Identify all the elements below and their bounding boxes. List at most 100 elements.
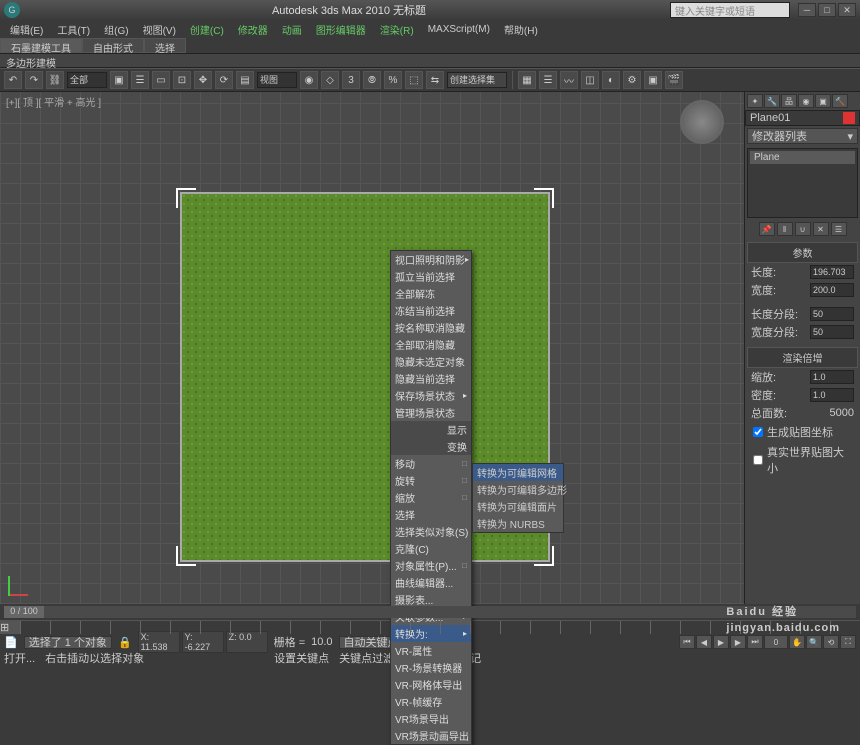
config-icon[interactable]: ☰ (831, 222, 847, 236)
pin-stack-icon[interactable]: 📌 (759, 222, 775, 236)
time-thumb[interactable]: 0 / 100 (4, 606, 44, 618)
ctx-vr-props[interactable]: VR-属性 (391, 642, 471, 659)
mirror-icon[interactable]: ⇆ (426, 71, 444, 89)
utility-tab-icon[interactable]: 🔨 (832, 94, 848, 108)
ctx-viewport-lighting[interactable]: 视口照明和阴影 (391, 251, 471, 268)
ctx-select[interactable]: 选择 (391, 506, 471, 523)
prev-frame-icon[interactable]: ◀ (696, 635, 712, 649)
remove-mod-icon[interactable]: ✕ (813, 222, 829, 236)
ctx-vr-fb[interactable]: VR-帧缓存 (391, 693, 471, 710)
move-icon[interactable]: ✥ (194, 71, 212, 89)
wseg-spinner[interactable]: 50 (810, 325, 854, 339)
menu-edit[interactable]: 编辑(E) (4, 22, 49, 37)
ctx-unhide-all[interactable]: 全部取消隐藏 (391, 336, 471, 353)
density-spinner[interactable]: 1.0 (810, 388, 854, 402)
viewport-label[interactable]: [+][ 顶 ][ 平滑 + 高光 ] (6, 94, 101, 109)
menu-help[interactable]: 帮助(H) (498, 22, 544, 37)
unique-icon[interactable]: ∪ (795, 222, 811, 236)
schematic-icon[interactable]: ◫ (581, 71, 599, 89)
next-frame-icon[interactable]: ▶ (730, 635, 746, 649)
rollout-render[interactable]: 渲染倍增 (747, 347, 858, 368)
tab-graphite[interactable]: 石墨建模工具 (0, 38, 82, 53)
create-tab-icon[interactable]: ✦ (747, 94, 763, 108)
ctx-vr-export[interactable]: VR场景导出 (391, 710, 471, 727)
modifier-stack[interactable]: Plane (747, 148, 858, 218)
ctx-clone[interactable]: 克隆(C) (391, 540, 471, 557)
snap4-icon[interactable]: ⬚ (405, 71, 423, 89)
max-view-icon[interactable]: ⛶ (840, 635, 856, 649)
tab-selection[interactable]: 选择 (144, 38, 186, 53)
render-icon[interactable]: 🎬 (665, 71, 683, 89)
width-spinner[interactable]: 200.0 (810, 283, 854, 297)
snap3-icon[interactable]: % (384, 71, 402, 89)
ctx-vr-scene-conv[interactable]: VR-场景转换器 (391, 659, 471, 676)
select-icon[interactable]: ▣ (110, 71, 128, 89)
ctx-curve-editor[interactable]: 曲线编辑器... (391, 574, 471, 591)
orbit-icon[interactable]: ⟲ (823, 635, 839, 649)
menu-tools[interactable]: 工具(T) (51, 22, 96, 37)
coord-y[interactable]: Y: -6.227 (182, 631, 224, 653)
gen-uv-check[interactable] (753, 427, 763, 437)
menu-maxscript[interactable]: MAXScript(M) (422, 24, 496, 35)
ctx-save-state[interactable]: 保存场景状态 (391, 387, 471, 404)
ctx-vr-mesh-export[interactable]: VR-网格体导出 (391, 676, 471, 693)
rect-icon[interactable]: ▭ (152, 71, 170, 89)
menu-render[interactable]: 渲染(R) (374, 22, 420, 37)
track-config-icon[interactable]: ⊞ (0, 621, 20, 634)
frame-field[interactable]: 0 (764, 635, 788, 649)
pivot-icon[interactable]: ◉ (300, 71, 318, 89)
undo-icon[interactable]: ↶ (4, 71, 22, 89)
show-end-icon[interactable]: ‖ (777, 222, 793, 236)
ctx-scale[interactable]: 缩放 (391, 489, 471, 506)
ctx-move[interactable]: 移动 (391, 455, 471, 472)
select-name-icon[interactable]: ☰ (131, 71, 149, 89)
help-search[interactable]: 键入关键字或短语 (670, 2, 790, 18)
modify-tab-icon[interactable]: 🔧 (764, 94, 780, 108)
align-icon[interactable]: ▦ (518, 71, 536, 89)
color-swatch[interactable] (843, 112, 855, 124)
curve-icon[interactable]: 〰 (560, 71, 578, 89)
maximize-button[interactable]: □ (818, 3, 836, 17)
ctx-unfreeze-all[interactable]: 全部解冻 (391, 285, 471, 302)
sub-epoly[interactable]: 转换为可编辑多边形 (473, 481, 563, 498)
goto-start-icon[interactable]: ⏮ (679, 635, 695, 649)
render-frame-icon[interactable]: ▣ (644, 71, 662, 89)
pan-icon[interactable]: ✋ (789, 635, 805, 649)
real-world-check[interactable] (753, 455, 763, 465)
filter-select[interactable]: 全部 (67, 72, 107, 88)
link-icon[interactable]: ⛓ (46, 71, 64, 89)
viewcube[interactable] (680, 100, 724, 144)
ctx-hide-unsel[interactable]: 隐藏未选定对象 (391, 353, 471, 370)
close-button[interactable]: ✕ (838, 3, 856, 17)
manip-icon[interactable]: ◇ (321, 71, 339, 89)
ribbon-panel[interactable]: 多边形建模 (0, 54, 860, 68)
ctx-select-similar[interactable]: 选择类似对象(S) (391, 523, 471, 540)
tab-freeform[interactable]: 自由形式 (82, 38, 144, 53)
ctx-rotate[interactable]: 旋转 (391, 472, 471, 489)
viewport[interactable]: [+][ 顶 ][ 平滑 + 高光 ] 视口照明和阴影 孤立当前选择 全部解冻 … (0, 92, 744, 604)
menu-group[interactable]: 组(G) (98, 22, 134, 37)
named-sets[interactable]: 创建选择集 (447, 72, 507, 88)
script-icon[interactable]: 📄 (4, 636, 18, 649)
hierarchy-tab-icon[interactable]: 品 (781, 94, 797, 108)
ctx-vr-anim-export[interactable]: VR场景动画导出 (391, 727, 471, 744)
zoom-icon[interactable]: 🔍 (806, 635, 822, 649)
stack-item[interactable]: Plane (750, 151, 855, 164)
redo-icon[interactable]: ↷ (25, 71, 43, 89)
ctx-manage-state[interactable]: 管理场景状态 (391, 404, 471, 421)
ctx-unhide-name[interactable]: 按名称取消隐藏 (391, 319, 471, 336)
menu-create[interactable]: 创建(C) (184, 22, 230, 37)
coord-z[interactable]: Z: 0.0 (226, 631, 268, 653)
sub-emesh[interactable]: 转换为可编辑网格 (473, 464, 563, 481)
minimize-button[interactable]: ─ (798, 3, 816, 17)
layer-icon[interactable]: ☰ (539, 71, 557, 89)
ctx-freeze-sel[interactable]: 冻结当前选择 (391, 302, 471, 319)
sub-nurbs[interactable]: 转换为 NURBS (473, 515, 563, 532)
menu-views[interactable]: 视图(V) (137, 22, 182, 37)
scale-icon[interactable]: ▤ (236, 71, 254, 89)
length-spinner[interactable]: 196.703 (810, 265, 854, 279)
ctx-isolate[interactable]: 孤立当前选择 (391, 268, 471, 285)
window-cross-icon[interactable]: ⊡ (173, 71, 191, 89)
modifier-list[interactable]: 修改器列表▾ (747, 128, 858, 144)
sub-epatch[interactable]: 转换为可编辑面片 (473, 498, 563, 515)
